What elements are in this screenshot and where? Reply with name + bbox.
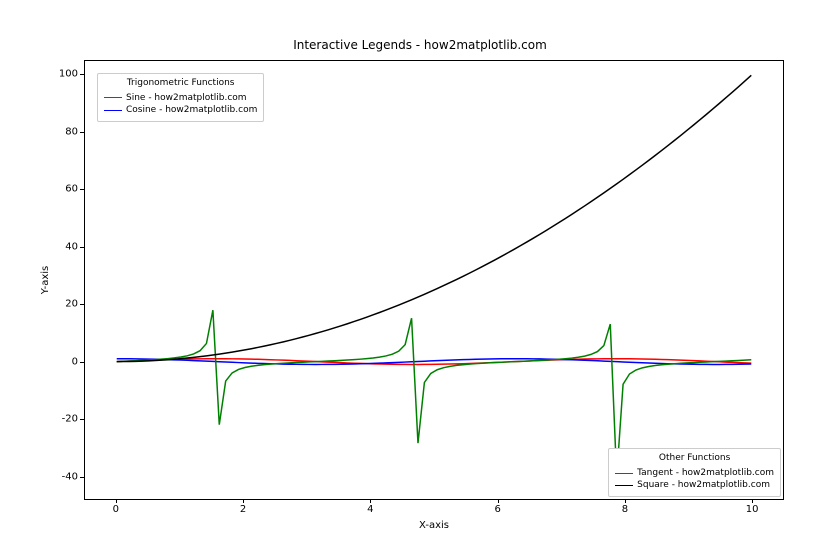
legend-trig-title: Trigonometric Functions [104,77,257,90]
y-tick-mark [80,132,84,133]
legend-swatch-tangent [615,473,633,474]
y-tick-mark [80,362,84,363]
plot-svg [85,61,783,499]
legend-entry-square[interactable]: Square - how2matplotlib.com [615,479,774,492]
x-tick-label: 10 [746,504,759,515]
legend-swatch-square [615,485,633,486]
y-tick-mark [80,304,84,305]
y-tick-mark [80,247,84,248]
x-tick-label: 6 [494,504,500,515]
legend-label-square: Square - how2matplotlib.com [637,479,770,492]
x-tick-mark [243,499,244,503]
plot-area: Trigonometric Functions Sine - how2matpl… [84,60,784,500]
legend-entry-sine[interactable]: Sine - how2matplotlib.com [104,92,257,105]
legend-entry-tangent[interactable]: Tangent - how2matplotlib.com [615,467,774,480]
x-tick-label: 8 [622,504,628,515]
legend-other[interactable]: Other Functions Tangent - how2matplotlib… [608,448,781,497]
legend-swatch-sine [104,97,122,98]
legend-label-cosine: Cosine - how2matplotlib.com [126,104,257,117]
x-tick-label: 2 [240,504,246,515]
legend-entry-cosine[interactable]: Cosine - how2matplotlib.com [104,104,257,117]
y-tick-mark [80,74,84,75]
x-tick-mark [370,499,371,503]
figure: Interactive Legends - how2matplotlib.com… [0,0,840,560]
y-tick-mark [80,477,84,478]
x-tick-mark [752,499,753,503]
x-axis-label: X-axis [84,520,784,531]
legend-label-tangent: Tangent - how2matplotlib.com [637,467,774,480]
chart-title: Interactive Legends - how2matplotlib.com [0,38,840,52]
legend-label-sine: Sine - how2matplotlib.com [126,92,247,105]
x-tick-mark [116,499,117,503]
x-tick-mark [625,499,626,503]
x-tick-label: 4 [367,504,373,515]
x-tick-label: 0 [113,504,119,515]
x-tick-mark [498,499,499,503]
y-tick-mark [80,189,84,190]
y-tick-mark [80,419,84,420]
legend-trig[interactable]: Trigonometric Functions Sine - how2matpl… [97,73,264,122]
legend-swatch-cosine [104,110,122,111]
y-axis-label: Y-axis [40,60,54,500]
legend-other-title: Other Functions [615,452,774,465]
